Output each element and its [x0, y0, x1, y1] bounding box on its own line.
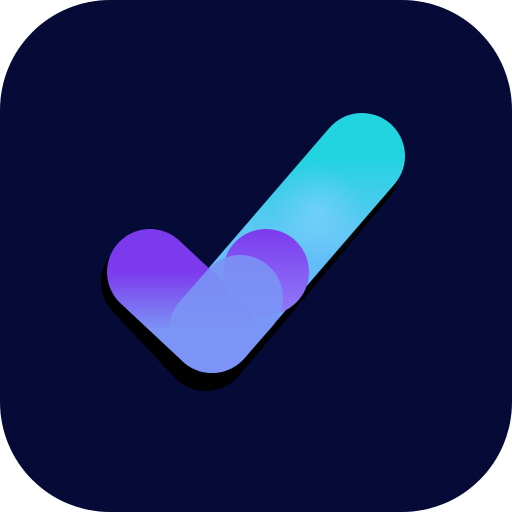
app-icon: [0, 0, 512, 512]
checkmark-icon: [0, 0, 512, 512]
checkmark-join: [169, 255, 283, 373]
